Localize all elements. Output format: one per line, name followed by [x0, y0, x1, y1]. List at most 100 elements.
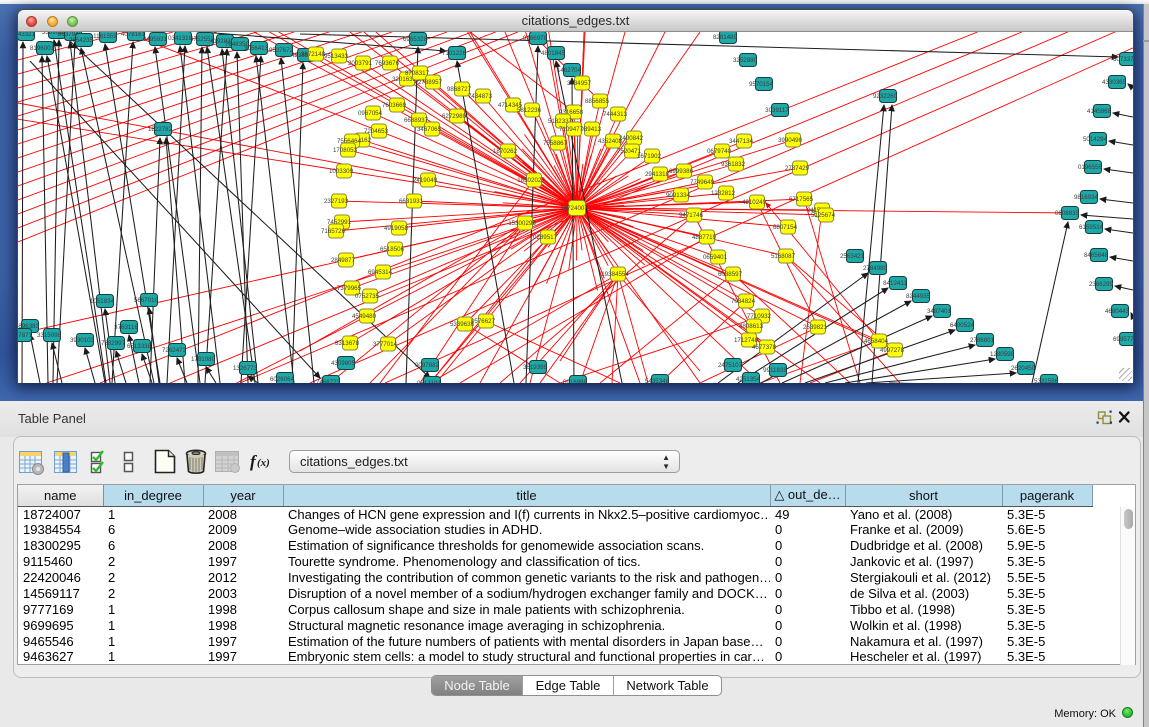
svg-text:4210249: 4210249 [742, 199, 767, 206]
svg-text:8313678: 8313678 [335, 340, 360, 347]
svg-text:2654235: 2654235 [69, 37, 94, 44]
svg-text:6945314: 6945314 [368, 269, 393, 276]
svg-text:3467065: 3467065 [417, 126, 442, 133]
svg-text:3634957: 3634957 [567, 80, 592, 87]
svg-text:8196001: 8196001 [30, 45, 55, 52]
svg-text:18724007: 18724007 [560, 205, 588, 212]
svg-text:7444313: 7444313 [603, 111, 628, 118]
svg-text:6999386: 6999386 [669, 168, 694, 175]
svg-text:5168087: 5168087 [771, 253, 796, 260]
svg-text:1051834: 1051834 [90, 298, 115, 305]
svg-text:4657871: 4657871 [18, 332, 33, 339]
svg-text:0289517: 0289517 [533, 234, 558, 241]
svg-text:0812191: 0812191 [417, 380, 442, 383]
svg-text:3315098: 3315098 [37, 332, 62, 339]
svg-text:0752735: 0752735 [355, 293, 380, 300]
svg-text:1712748: 1712748 [734, 337, 759, 344]
svg-text:3447134: 3447134 [729, 138, 754, 145]
svg-text:5667010: 5667010 [134, 297, 159, 304]
svg-text:2419049: 2419049 [413, 177, 438, 184]
svg-text:7101226: 7101226 [442, 50, 467, 57]
svg-text:7603669: 7603669 [382, 102, 407, 109]
svg-text:4309805: 4309805 [331, 360, 356, 367]
svg-text:4677378: 4677378 [752, 344, 777, 351]
svg-text:3619399: 3619399 [523, 364, 548, 371]
svg-text:2327193: 2327193 [324, 198, 349, 205]
svg-text:5125674: 5125674 [811, 212, 836, 219]
svg-text:9471746: 9471746 [679, 212, 704, 219]
svg-text:8281489: 8281489 [713, 34, 738, 41]
svg-text:6038597: 6038597 [718, 271, 743, 278]
svg-text:9816934: 9816934 [1074, 194, 1099, 201]
svg-text:3990490: 3990490 [778, 137, 803, 144]
svg-text:3039117: 3039117 [765, 107, 789, 114]
svg-text:6073375: 6073375 [1113, 56, 1133, 63]
svg-text:4680443: 4680443 [1105, 308, 1130, 315]
svg-text:9911838: 9911838 [763, 367, 787, 374]
svg-text:6631931: 6631931 [399, 198, 424, 205]
svg-text:8244935: 8244935 [906, 293, 931, 300]
svg-text:2003791: 2003791 [348, 60, 373, 67]
svg-text:8495931: 8495931 [143, 36, 168, 43]
svg-text:2639821: 2639821 [803, 324, 828, 331]
svg-text:4330365: 4330365 [1102, 79, 1127, 86]
svg-text:9361832: 9361832 [721, 161, 746, 168]
svg-text:4997278: 4997278 [880, 347, 905, 354]
svg-text:4801845: 4801845 [541, 50, 566, 57]
svg-text:1671902: 1671902 [637, 153, 662, 160]
svg-text:6965328: 6965328 [403, 36, 428, 43]
svg-text:6807154: 6807154 [773, 224, 798, 231]
svg-text:2849877: 2849877 [331, 257, 356, 264]
svg-text:0097882: 0097882 [415, 362, 440, 369]
svg-text:7749649: 7749649 [690, 179, 715, 186]
svg-text:4658404: 4658404 [864, 338, 889, 345]
svg-text:0916998: 0916998 [563, 379, 588, 383]
svg-text:4887719: 4887719 [692, 234, 717, 241]
svg-text:9537672: 9537672 [269, 47, 294, 54]
svg-text:8856855: 8856855 [585, 98, 610, 105]
svg-text:7204653: 7204653 [364, 128, 389, 135]
svg-text:9232260: 9232260 [873, 93, 898, 100]
svg-text:4549480: 4549480 [352, 313, 377, 320]
svg-text:7109477: 7109477 [559, 126, 584, 133]
svg-text:3487401: 3487401 [927, 308, 952, 315]
svg-text:7034824: 7034824 [731, 298, 756, 305]
svg-text:6159514: 6159514 [1079, 224, 1104, 231]
svg-text:2620450: 2620450 [1011, 365, 1036, 372]
svg-text:6518506: 6518506 [380, 246, 405, 253]
svg-text:1870262: 1870262 [493, 148, 518, 155]
svg-text:7262473: 7262473 [162, 347, 187, 354]
svg-text:2400842: 2400842 [619, 135, 644, 142]
svg-text:6513338: 6513338 [127, 343, 152, 350]
svg-text:1043321: 1043321 [18, 32, 36, 38]
svg-text:6026064: 6026064 [270, 376, 295, 383]
svg-text:9868727: 9868727 [447, 86, 472, 93]
svg-text:9570154: 9570154 [749, 81, 774, 88]
svg-text:4145868: 4145868 [1087, 108, 1112, 115]
svg-text:(x): (x) [257, 457, 270, 469]
svg-text:3252880: 3252880 [733, 57, 758, 64]
svg-text:0341316: 0341316 [168, 35, 193, 42]
svg-text:4919058: 4919058 [384, 225, 409, 232]
svg-text:4251354: 4251354 [736, 376, 761, 383]
svg-text:0196556: 0196556 [1078, 164, 1103, 171]
svg-text:7434873: 7434873 [468, 93, 493, 100]
svg-text:1462704: 1462704 [557, 67, 582, 74]
svg-text:0659401: 0659401 [703, 254, 728, 261]
svg-text:2941318: 2941318 [645, 171, 670, 178]
svg-text:9166978: 9166978 [523, 35, 548, 42]
svg-text:2563421: 2563421 [840, 253, 865, 260]
svg-text:7382997: 7382997 [101, 340, 126, 347]
svg-text:1003309: 1003309 [329, 168, 354, 175]
svg-text:15300295: 15300295 [508, 220, 536, 227]
svg-text:5435346: 5435346 [645, 378, 670, 383]
svg-text:2787429: 2787429 [785, 165, 810, 172]
svg-text:3777014: 3777014 [373, 341, 398, 348]
svg-text:1232812: 1232812 [711, 190, 736, 197]
svg-text:8412411: 8412411 [883, 280, 907, 287]
svg-text:1708053: 1708053 [333, 147, 358, 154]
svg-text:4078161: 4078161 [121, 32, 146, 38]
svg-text:2786801: 2786801 [970, 337, 995, 344]
svg-text:0967054: 0967054 [358, 110, 383, 117]
svg-text:2788957: 2788957 [418, 79, 443, 86]
